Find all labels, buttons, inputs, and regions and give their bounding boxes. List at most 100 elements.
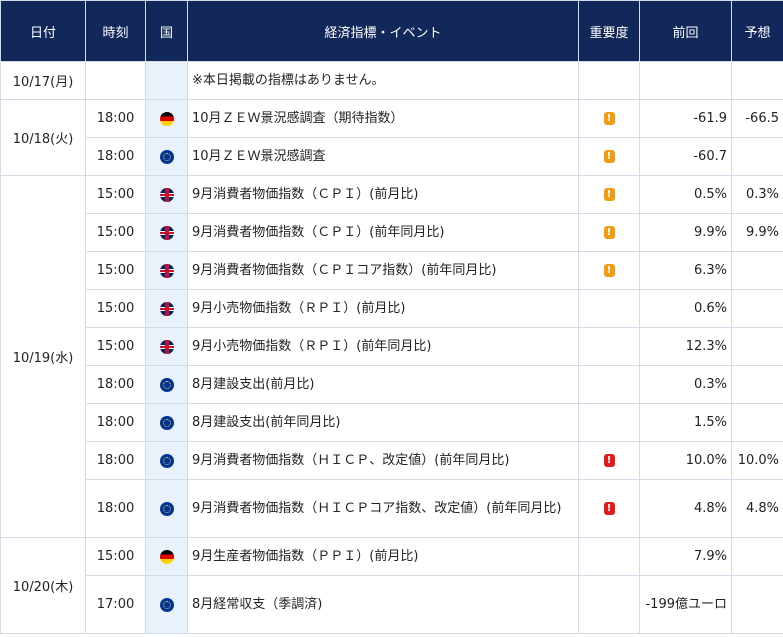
previous-cell: 1.5%	[639, 403, 732, 442]
header-previous: 前回	[639, 0, 732, 62]
table-row: 18:00 10月ＺＥＷ景況感調査 ! -60.7	[1, 137, 783, 176]
header-country: 国	[145, 0, 188, 62]
header-forecast: 予想	[731, 0, 783, 62]
time-cell: 18:00	[85, 365, 146, 404]
table-row: 10/18(火) 18:00 10月ＺＥＷ景況感調査（期待指数） ! -61.9…	[0, 99, 783, 176]
previous-cell: 0.3%	[639, 365, 732, 404]
time-cell: 18:00	[85, 441, 146, 480]
importance-cell	[578, 289, 640, 328]
event-cell: 9月消費者物価指数（ＣＰＩコア指数）(前年同月比)	[187, 251, 579, 290]
de-flag-icon	[159, 111, 174, 126]
importance-medium-icon: !	[603, 226, 615, 239]
forecast-cell	[731, 137, 783, 176]
event-cell: 9月小売物価指数（ＲＰＩ）(前月比)	[187, 289, 579, 328]
forecast-cell	[731, 289, 783, 328]
eu-flag-icon	[159, 597, 174, 612]
importance-cell	[578, 61, 640, 100]
gb-flag-icon	[159, 301, 174, 316]
eu-flag-icon	[159, 377, 174, 392]
gb-flag-icon	[159, 263, 174, 278]
table-row: 15:00 9月消費者物価指数（ＣＰＩコア指数）(前年同月比) ! 6.3%	[1, 251, 783, 290]
flag-cell	[145, 137, 188, 176]
table-row: 18:00 9月消費者物価指数（ＨＩＣＰコア指数、改定値）(前年同月比) ! 4…	[1, 479, 783, 538]
event-cell: 9月消費者物価指数（ＨＩＣＰコア指数、改定値）(前年同月比)	[187, 479, 579, 538]
table-row: 17:00 8月経常収支（季調済) -199億ユーロ	[1, 575, 783, 634]
flag-cell	[145, 61, 188, 100]
importance-cell	[578, 327, 640, 366]
event-cell: 8月建設支出(前月比)	[187, 365, 579, 404]
importance-medium-icon: !	[603, 264, 615, 277]
importance-medium-icon: !	[603, 150, 615, 163]
previous-cell: 12.3%	[639, 327, 732, 366]
time-cell: 18:00	[85, 99, 146, 138]
event-cell: 9月消費者物価指数（ＨＩＣＰ、改定値）(前年同月比)	[187, 441, 579, 480]
time-cell: 15:00	[85, 537, 146, 576]
flag-cell	[145, 289, 188, 328]
table-row: 15:00 9月消費者物価指数（ＣＰＩ）(前年同月比) ! 9.9% 9.9%	[1, 213, 783, 252]
event-cell: 9月消費者物価指数（ＣＰＩ）(前月比)	[187, 175, 579, 214]
eu-flag-icon	[159, 501, 174, 516]
previous-cell: 6.3%	[639, 251, 732, 290]
previous-cell: 4.8%	[639, 479, 732, 538]
table-row: 18:00 9月消費者物価指数（ＨＩＣＰ、改定値）(前年同月比) ! 10.0%…	[1, 441, 783, 480]
importance-medium-icon: !	[603, 188, 615, 201]
flag-cell	[145, 479, 188, 538]
flag-cell	[145, 251, 188, 290]
eu-flag-icon	[159, 453, 174, 468]
header-event: 経済指標・イベント	[187, 0, 579, 62]
time-cell	[85, 61, 146, 100]
date-cell: 10/18(火)	[0, 99, 86, 176]
event-cell: 9月消費者物価指数（ＣＰＩ）(前年同月比)	[187, 213, 579, 252]
forecast-cell	[731, 327, 783, 366]
forecast-cell: 0.3%	[731, 175, 783, 214]
forecast-cell: 9.9%	[731, 213, 783, 252]
gb-flag-icon	[159, 187, 174, 202]
importance-cell	[578, 575, 640, 634]
table-row: 10/20(木) 15:00 9月生産者物価指数（ＰＰＩ）(前月比) 7.9%	[0, 537, 783, 634]
event-cell: ※本日掲載の指標はありません。	[187, 61, 579, 100]
forecast-cell: 10.0%	[731, 441, 783, 480]
importance-cell: !	[578, 137, 640, 176]
previous-cell: -199億ユーロ	[639, 575, 732, 634]
importance-cell	[578, 365, 640, 404]
event-cell: 8月建設支出(前年同月比)	[187, 403, 579, 442]
event-cell: 8月経常収支（季調済)	[187, 575, 579, 634]
header-row: 日付 時刻 国 経済指標・イベント 重要度 前回 予想	[0, 0, 783, 62]
flag-cell	[145, 99, 188, 138]
previous-cell: 0.5%	[639, 175, 732, 214]
forecast-cell	[731, 251, 783, 290]
flag-cell	[145, 213, 188, 252]
flag-cell	[145, 537, 188, 576]
importance-cell: !	[578, 213, 640, 252]
event-cell: 10月ＺＥＷ景況感調査（期待指数）	[187, 99, 579, 138]
forecast-cell: -66.5	[731, 99, 783, 138]
time-cell: 15:00	[85, 213, 146, 252]
table-row: 10/19(水) 15:00 9月消費者物価指数（ＣＰＩ）(前月比) ! 0.5…	[0, 175, 783, 538]
time-cell: 15:00	[85, 251, 146, 290]
previous-cell: -61.9	[639, 99, 732, 138]
flag-cell	[145, 327, 188, 366]
previous-cell: 10.0%	[639, 441, 732, 480]
table-row: 15:00 9月小売物価指数（ＲＰＩ）(前年同月比) 12.3%	[1, 327, 783, 366]
importance-high-icon: !	[603, 502, 615, 515]
date-cell: 10/17(月)	[0, 61, 86, 100]
time-cell: 17:00	[85, 575, 146, 634]
previous-cell: 9.9%	[639, 213, 732, 252]
forecast-cell	[731, 575, 783, 634]
event-cell: 9月生産者物価指数（ＰＰＩ）(前月比)	[187, 537, 579, 576]
previous-cell: -60.7	[639, 137, 732, 176]
time-cell: 15:00	[85, 327, 146, 366]
flag-cell	[145, 175, 188, 214]
importance-cell	[578, 537, 640, 576]
time-cell: 18:00	[85, 137, 146, 176]
importance-cell: !	[578, 441, 640, 480]
header-date: 日付	[0, 0, 86, 62]
flag-cell	[145, 575, 188, 634]
importance-high-icon: !	[603, 454, 615, 467]
table-row: 18:00 8月建設支出(前月比) 0.3%	[1, 365, 783, 404]
time-cell: 18:00	[85, 403, 146, 442]
gb-flag-icon	[159, 225, 174, 240]
forecast-cell: 4.8%	[731, 479, 783, 538]
gb-flag-icon	[159, 339, 174, 354]
event-cell: 9月小売物価指数（ＲＰＩ）(前年同月比)	[187, 327, 579, 366]
